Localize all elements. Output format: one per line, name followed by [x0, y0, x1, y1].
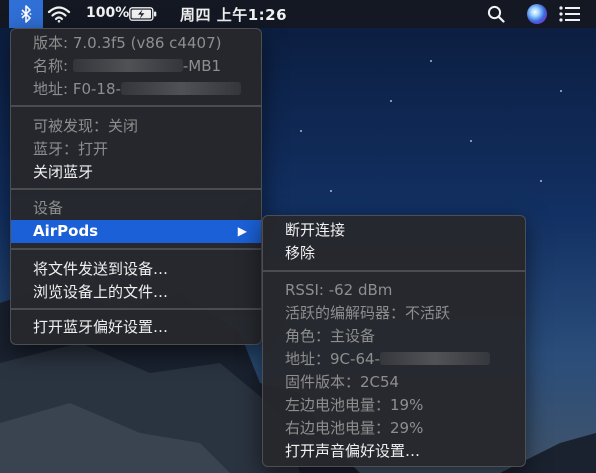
search-icon[interactable] — [487, 5, 505, 23]
star — [390, 100, 392, 102]
role-info: 角色：主设备 — [285, 327, 376, 345]
star — [300, 130, 302, 132]
bluetooth-menu-extra[interactable] — [9, 0, 43, 28]
notification-list-icon[interactable] — [559, 6, 581, 22]
separator — [11, 105, 261, 107]
redacted-address — [379, 352, 490, 365]
remove-item[interactable]: 移除 — [263, 242, 525, 265]
devices-header: 设备 — [33, 199, 64, 217]
open-bluetooth-prefs[interactable]: 打开蓝牙偏好设置… — [11, 316, 261, 339]
codec-info: 活跃的编解码器：不活跃 — [285, 304, 451, 322]
menu-bar: 100% 周四 上午1:26 — [0, 0, 596, 28]
right-battery-value: 29% — [390, 419, 424, 437]
star — [470, 140, 472, 142]
star — [330, 190, 332, 192]
star — [560, 90, 562, 92]
firmware-info: 固件版本：2C54 — [285, 373, 400, 391]
open-sound-prefs[interactable]: 打开声音偏好设置… — [263, 440, 525, 463]
colon: : — [63, 34, 73, 52]
rssi-info: RSSI: -62 dBm — [285, 281, 393, 299]
version-label: 版本 — [33, 34, 64, 52]
submenu-arrow-icon: ▶ — [237, 224, 247, 238]
send-file-item[interactable]: 将文件发送到设备… — [11, 258, 261, 281]
siri-icon[interactable] — [527, 4, 547, 24]
airpods-label: AirPods — [33, 222, 99, 240]
clock[interactable]: 周四 上午1:26 — [180, 4, 287, 25]
bluetooth-menu: 版本: 7.0.3f5 (v86 c4407) 名称: -MB1 地址: F0-… — [10, 28, 262, 345]
right-battery-info: 右边电池电量：29% — [263, 417, 525, 440]
bluetooth-status: 蓝牙：打开 — [33, 140, 109, 158]
address-label: 地址 — [33, 80, 64, 98]
separator — [11, 248, 261, 250]
version-info: 版本: 7.0.3f5 (v86 c4407) — [11, 32, 261, 55]
name-label: 名称 — [33, 57, 64, 75]
browse-files-item[interactable]: 浏览设备上的文件… — [11, 281, 261, 304]
left-battery-value: 19% — [390, 396, 424, 414]
left-battery-info: 左边电池电量：19% — [263, 394, 525, 417]
separator — [11, 308, 261, 310]
right-battery-label: 右边电池电量： — [285, 419, 391, 437]
bluetooth-icon — [21, 5, 32, 23]
star — [430, 60, 432, 62]
battery-percent[interactable]: 100% — [86, 5, 129, 21]
colon: : — [63, 57, 73, 75]
turn-off-bluetooth[interactable]: 关闭蓝牙 — [11, 161, 261, 184]
address-prefix: F0-18- — [72, 80, 121, 98]
airpods-item[interactable]: AirPods ▶ — [11, 220, 261, 243]
name-suffix: -MB1 — [182, 57, 222, 75]
name-info: 名称: -MB1 — [11, 55, 261, 78]
wifi-icon[interactable] — [47, 5, 71, 23]
redacted-address — [120, 82, 241, 95]
address-info: 地址：9C-64- — [263, 348, 525, 371]
redacted-name — [72, 59, 183, 72]
separator — [11, 188, 261, 190]
disconnect-item[interactable]: 断开连接 — [263, 219, 525, 242]
discoverable-status: 可被发现：关闭 — [33, 117, 139, 135]
star — [540, 180, 542, 182]
battery-charging-icon[interactable] — [129, 7, 157, 21]
address-info: 地址: F0-18- — [11, 78, 261, 101]
airpods-submenu: 断开连接 移除 RSSI: -62 dBm 活跃的编解码器：不活跃 角色：主设备… — [262, 215, 526, 467]
left-battery-label: 左边电池电量： — [285, 396, 391, 414]
address-prefix: 9C-64- — [330, 350, 380, 368]
colon: : — [63, 80, 73, 98]
version-value: 7.0.3f5 (v86 c4407) — [72, 34, 222, 52]
separator — [263, 270, 525, 272]
address-label: 地址： — [285, 350, 331, 368]
